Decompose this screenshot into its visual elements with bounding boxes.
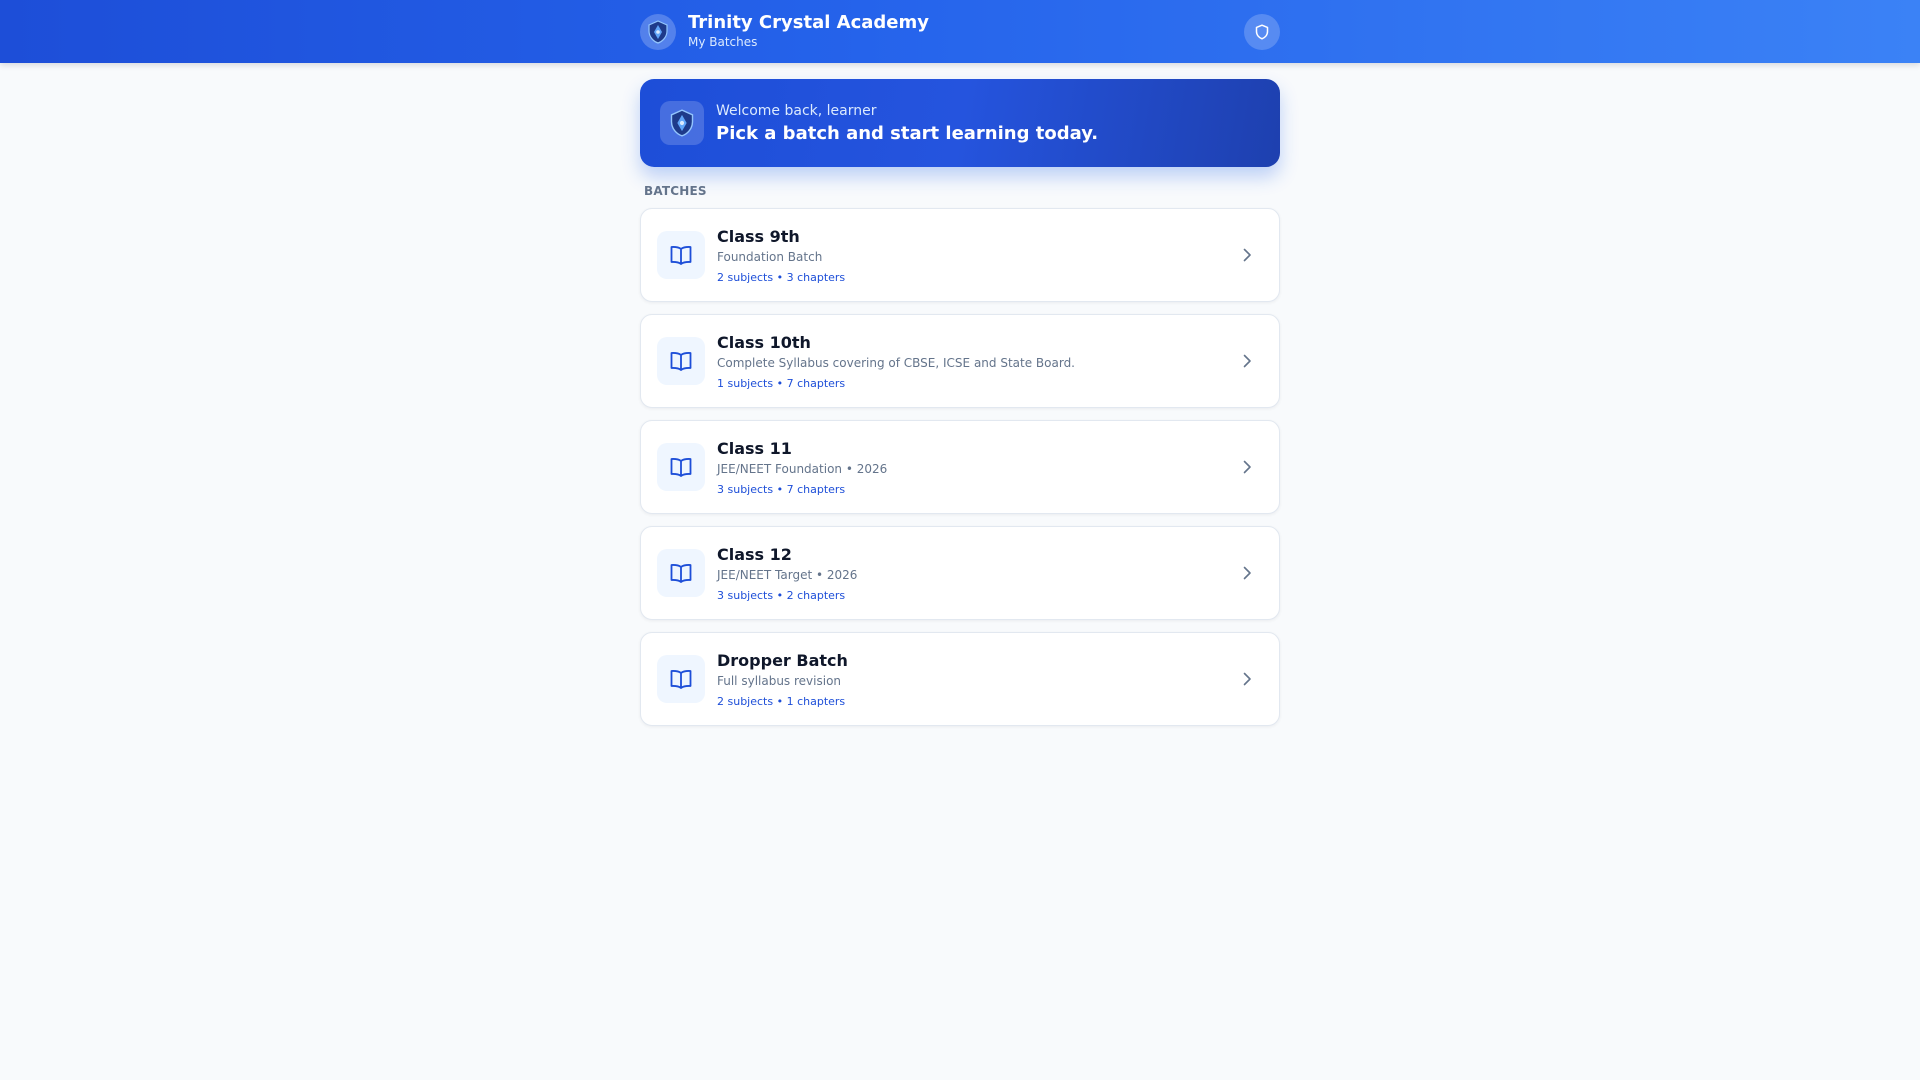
batch-icon: [657, 231, 705, 279]
batch-title: Dropper Batch: [717, 650, 848, 670]
academy-logo: [640, 13, 676, 50]
shield-icon: [1255, 23, 1269, 40]
main-content: Welcome back, learner Pick a batch and s…: [640, 79, 1280, 738]
welcome-banner: Welcome back, learner Pick a batch and s…: [640, 79, 1280, 167]
chevron-right-icon: [1237, 457, 1257, 477]
batch-description: JEE/NEET Foundation • 2026: [717, 461, 888, 476]
welcome-text: Welcome back, learner Pick a batch and s…: [716, 103, 1098, 144]
batch-info: Class 10th Complete Syllabus covering of…: [717, 333, 1237, 390]
top-app-bar-content: Trinity Crystal Academy My Batches: [640, 0, 1280, 63]
shield-crest-icon: [670, 109, 694, 137]
batch-description: Full syllabus revision: [717, 673, 842, 688]
chevron-right-icon: [1237, 245, 1257, 265]
batch-meta: 2 subjects • 3 chapters: [717, 270, 846, 284]
brand-block: Trinity Crystal Academy My Batches: [688, 13, 929, 49]
batch-info: Class 9th Foundation Batch 2 subjects • …: [717, 227, 1237, 284]
shield-crest-icon: [648, 19, 668, 44]
chevron-right-icon: [1237, 563, 1257, 583]
batch-title: Class 10th: [717, 332, 811, 352]
welcome-greeting: Welcome back, learner: [716, 102, 877, 119]
batch-title: Class 12: [717, 544, 792, 564]
batch-description: JEE/NEET Target • 2026: [717, 567, 858, 582]
batch-card-class-12[interactable]: Class 12 JEE/NEET Target • 2026 3 subjec…: [640, 526, 1280, 620]
header-shield-button[interactable]: [1244, 13, 1280, 50]
batch-card-dropper-batch[interactable]: Dropper Batch Full syllabus revision 2 s…: [640, 632, 1280, 726]
batch-info: Class 11 JEE/NEET Foundation • 2026 3 su…: [717, 439, 1237, 496]
chevron-right-icon: [1237, 351, 1257, 371]
open-book-icon: [670, 458, 692, 477]
batch-icon: [657, 549, 705, 597]
batch-title: Class 11: [717, 438, 792, 458]
welcome-logo: [660, 101, 704, 145]
batch-description: Complete Syllabus covering of CBSE, ICSE…: [717, 355, 1075, 370]
batch-info: Dropper Batch Full syllabus revision 2 s…: [717, 651, 1237, 708]
section-label-batches: BATCHES: [644, 184, 707, 198]
open-book-icon: [670, 246, 692, 265]
chevron-right-icon: [1237, 669, 1257, 689]
top-app-bar: Trinity Crystal Academy My Batches: [0, 0, 1920, 63]
app-title: Trinity Crystal Academy: [688, 12, 929, 34]
batch-card-class-9th[interactable]: Class 9th Foundation Batch 2 subjects • …: [640, 208, 1280, 302]
batch-icon: [657, 337, 705, 385]
open-book-icon: [670, 352, 692, 371]
batch-info: Class 12 JEE/NEET Target • 2026 3 subjec…: [717, 545, 1237, 602]
welcome-heading: Pick a batch and start learning today.: [716, 122, 1099, 144]
open-book-icon: [670, 670, 692, 689]
batch-card-class-11[interactable]: Class 11 JEE/NEET Foundation • 2026 3 su…: [640, 420, 1280, 514]
batch-description: Foundation Batch: [717, 249, 823, 264]
page-subtitle: My Batches: [688, 34, 758, 49]
open-book-icon: [670, 564, 692, 583]
batch-meta: 2 subjects • 1 chapters: [717, 694, 846, 708]
batch-list: Class 9th Foundation Batch 2 subjects • …: [640, 208, 1280, 726]
batch-meta: 3 subjects • 2 chapters: [717, 588, 846, 602]
batch-title: Class 9th: [717, 226, 800, 246]
batch-meta: 1 subjects • 7 chapters: [717, 376, 846, 390]
batch-meta: 3 subjects • 7 chapters: [717, 482, 846, 496]
batch-icon: [657, 443, 705, 491]
batch-card-class-10th[interactable]: Class 10th Complete Syllabus covering of…: [640, 314, 1280, 408]
batch-icon: [657, 655, 705, 703]
